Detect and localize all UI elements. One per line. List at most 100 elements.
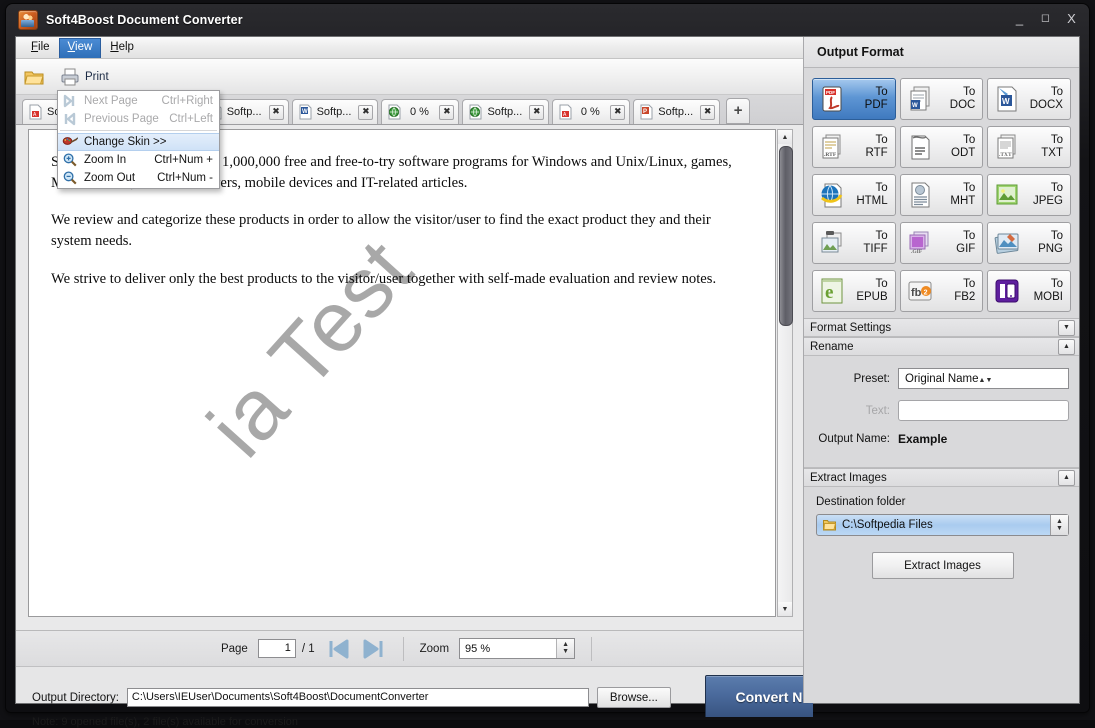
zoom-spinner[interactable]: ▲ ▼ [556,639,575,658]
chevron-down-icon[interactable]: ▼ [1058,319,1075,336]
document-viewport: ia Test Softpedia is a library of over 1… [16,125,803,631]
open-folder-icon [24,71,44,84]
scrollbar-thumb[interactable] [779,146,793,326]
preset-combobox[interactable]: Original Name ▲▼ [898,368,1069,389]
destination-folder-combobox[interactable]: C:\Softpedia Files ▲ ▼ [816,514,1069,536]
chevron-up-icon[interactable]: ▲ [1058,469,1075,486]
menu-file[interactable]: File [22,38,59,58]
section-extract-images[interactable]: Extract Images ▲ [804,468,1079,487]
status-note: Note: 9 opened file(s), 2 file(s) availa… [32,716,298,728]
browse-button[interactable]: Browse... [596,687,671,708]
document-scrollbar[interactable]: ▲ ▼ [777,129,793,617]
svg-text:P: P [643,109,647,115]
format-label-mht: To MHT [935,182,977,208]
zoom-label: Zoom [419,642,450,655]
text-row: Text: [810,400,1069,421]
format-button-rtf[interactable]: .RTF To RTF [812,126,896,168]
pdf-file-icon: A [559,104,572,120]
format-button-png[interactable]: To PNG [987,222,1071,264]
format-button-tiff[interactable]: To TIFF [812,222,896,264]
svg-text:PDF: PDF [826,90,835,95]
document-tab-progress[interactable]: A 0 % ✖ [552,99,631,124]
convert-now-button[interactable]: Convert Now! [705,675,813,717]
tab-close-icon[interactable]: ✖ [439,104,455,120]
document-tab-progress[interactable]: 0 % ✖ [381,99,460,124]
fmt-line2: DOC [949,99,976,111]
page-label: Page [220,642,248,655]
pdf-file-icon: A [29,104,42,120]
section-format-settings[interactable]: Format Settings ▼ [804,318,1079,337]
menu-help[interactable]: Help [101,38,143,58]
extract-images-body: Destination folder C:\Softpedia Files ▲ ▼… [804,487,1079,587]
tab-label: Softp... [658,106,694,118]
format-label-tiff: To TIFF [847,230,889,256]
document-tab[interactable]: W Softp... ✖ [291,99,379,124]
zoom-combobox[interactable]: 95 % ▲ ▼ [459,638,576,659]
maximize-button[interactable]: ◻ [1038,12,1053,25]
document-tab[interactable]: Softp... ✖ [462,99,550,124]
format-button-odt[interactable]: To ODT [899,126,984,168]
output-directory-input[interactable]: C:\Users\IEUser\Documents\Soft4Boost\Doc… [126,688,589,707]
tab-close-icon[interactable]: ✖ [358,104,374,120]
toolbar-print-button[interactable]: Print [60,67,109,87]
fmt-line1: To [875,278,888,290]
menu-item-zoom-out[interactable]: Zoom Out Ctrl+Num - [58,169,219,187]
fmt-line2: GIF [956,243,976,255]
png-icon [994,233,1019,254]
menu-help-label-rest: elp [118,40,134,53]
last-page-icon[interactable] [361,638,387,660]
application-window: Soft4Boost Document Converter _ ◻ X File… [0,0,1095,728]
format-button-html[interactable]: To HTML [812,174,896,216]
format-button-txt[interactable]: .TXT To TXT [987,126,1071,168]
page-total-label: / 1 [301,642,315,655]
format-button-jpeg[interactable]: To JPEG [987,174,1071,216]
preset-row: Preset: Original Name ▲▼ [810,368,1069,389]
page-number-input[interactable]: 1 [257,639,296,658]
scroll-down-icon[interactable]: ▼ [778,602,792,616]
first-page-icon[interactable] [325,638,351,660]
toolbar-open-button[interactable] [24,67,44,87]
menu-item-previous-page[interactable]: Previous Page Ctrl+Left [58,110,219,128]
tab-close-icon[interactable]: ✖ [610,104,626,120]
document-tab[interactable]: P Softp... ✖ [633,99,721,124]
fmt-line2: PNG [1038,243,1063,255]
chevron-up-icon[interactable]: ▲ [1058,338,1075,355]
format-button-mht[interactable]: To MHT [899,174,984,216]
format-button-gif[interactable]: .GIF To GIF [899,222,984,264]
format-button-doc[interactable]: W To DOC [899,78,984,120]
tab-close-icon[interactable]: ✖ [268,104,284,120]
extract-images-button[interactable]: Extract Images [871,552,1014,579]
tab-progress-label: 0 % [580,106,600,118]
format-button-epub[interactable]: e To EPUB [812,270,896,312]
format-label-odt: To ODT [935,134,977,160]
section-rename[interactable]: Rename ▲ [804,337,1079,356]
format-button-fb2[interactable]: fb 2 To FB2 [899,270,984,312]
format-button-mobi[interactable]: To MOBI [987,270,1071,312]
output-directory-row: Output Directory: C:\Users\IEUser\Docume… [32,687,671,708]
menu-item-accel: Ctrl+Num - [157,172,213,184]
format-button-pdf[interactable]: PDF To PDF [812,78,896,120]
scroll-up-icon[interactable]: ▲ [778,130,792,144]
format-label-txt: To TXT [1022,134,1064,160]
menu-item-change-skin[interactable]: Change Skin >> [58,133,219,151]
destination-spinner[interactable]: ▲ ▼ [1050,515,1068,535]
rename-text-input[interactable] [898,400,1069,421]
divider [402,636,404,661]
svg-text:2: 2 [923,290,927,297]
menu-view[interactable]: View [58,37,102,58]
tab-label: Softp... [226,106,262,118]
add-tab-button[interactable]: + [726,98,751,124]
preset-spinner[interactable]: ▲▼ [979,373,993,385]
tab-close-icon[interactable]: ✖ [529,104,545,120]
svg-text:.GIF: .GIF [911,249,923,255]
destination-folder-label: Destination folder [816,496,906,508]
svg-text:W: W [1002,97,1010,106]
fmt-line2: TIFF [863,243,888,255]
menu-item-zoom-in[interactable]: Zoom In Ctrl+Num + [58,151,219,169]
menu-item-next-page[interactable]: Next Page Ctrl+Right [58,92,219,110]
tab-close-icon[interactable]: ✖ [700,104,716,120]
minimize-button[interactable]: _ [1012,12,1027,25]
close-button[interactable]: X [1064,12,1079,25]
format-button-docx[interactable]: W To DOCX [987,78,1071,120]
svg-text:.RTF: .RTF [824,152,837,158]
